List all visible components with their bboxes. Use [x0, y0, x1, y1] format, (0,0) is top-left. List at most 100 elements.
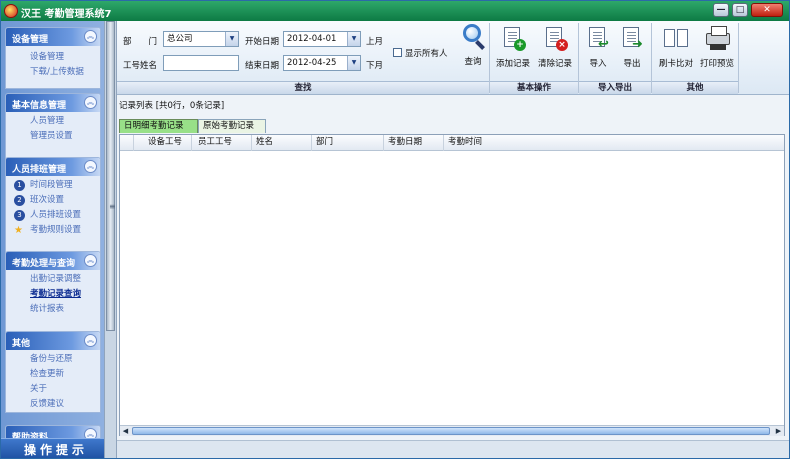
maximize-button[interactable]: □	[732, 3, 748, 17]
main-panel: 记录列表 [共0行，0条记录] 日明细考勤记录 原始考勤记录 设备工号 员工工号…	[117, 95, 789, 458]
import-label: 导入	[589, 59, 607, 69]
collapse-icon[interactable]: ︽	[84, 160, 97, 173]
print-preview-button[interactable]: 打印预览	[695, 25, 739, 77]
group-header[interactable]: 设备管理 ︽	[6, 28, 100, 46]
tab-daily-detail[interactable]: 日明细考勤记录	[119, 119, 198, 133]
search-icon	[463, 24, 481, 42]
sidebar-item-download-upload[interactable]: 下载/上传数据	[6, 65, 100, 80]
app-window: 汉王 考勤管理系统7 — □ ✕ 设备管理 ︽ 设备管理 下载/上传数据 基本信…	[0, 0, 790, 459]
show-all-checkbox[interactable]	[393, 48, 402, 57]
table-header: 设备工号 员工工号 姓名 部门 考勤日期 考勤时间	[120, 135, 784, 151]
sidebar-item-staff-schedule[interactable]: 3 人员排班设置	[6, 208, 100, 223]
sidebar: 设备管理 ︽ 设备管理 下载/上传数据 基本信息管理 ︽ 人员管理 管理员设置 …	[1, 21, 111, 458]
col-department[interactable]: 部门	[312, 135, 384, 151]
search-section-label: 查找	[117, 81, 489, 94]
sidebar-item-label: 考勤规则设置	[30, 225, 82, 235]
other-section-label: 其他	[652, 81, 738, 94]
calendar-dropdown-icon[interactable]: ▼	[347, 32, 360, 46]
close-button[interactable]: ✕	[751, 3, 783, 17]
export-label: 导出	[623, 59, 641, 69]
group-header[interactable]: 基本信息管理 ︽	[6, 94, 100, 112]
collapse-icon[interactable]: ︽	[84, 254, 97, 267]
start-date-label: 开始日期	[245, 37, 280, 47]
start-date-value: 2012-04-01	[287, 34, 337, 44]
group-title: 设备管理	[12, 35, 49, 45]
printer-icon	[706, 26, 730, 50]
toolbar: 部 门 总公司 ▼ 工号姓名 开始日期 2012-04-01 ▼ 结束日期 20…	[117, 21, 789, 95]
col-device-id[interactable]: 设备工号	[134, 135, 192, 151]
collapse-icon[interactable]: ︽	[84, 334, 97, 347]
collapse-icon[interactable]: ︽	[84, 30, 97, 43]
dept-value: 总公司	[167, 34, 193, 44]
clear-record-label: 清除记录	[537, 59, 572, 69]
import-button[interactable]: ↩ 导入	[580, 25, 616, 77]
records-table: 设备工号 员工工号 姓名 部门 考勤日期 考勤时间 ◀ ▶	[119, 134, 785, 436]
sidebar-item-device-manage[interactable]: 设备管理	[6, 50, 100, 65]
scroll-right-icon[interactable]: ▶	[773, 426, 784, 436]
query-button[interactable]: 查询	[453, 23, 493, 75]
io-section-label: 导入导出	[579, 81, 651, 94]
prev-month-link[interactable]: 上月	[366, 35, 383, 47]
col-date[interactable]: 考勤日期	[384, 135, 444, 151]
title-bar[interactable]: 汉王 考勤管理系统7 — □ ✕	[1, 1, 789, 21]
sidebar-item-report[interactable]: 统计报表	[6, 302, 100, 317]
sidebar-group-attendance: 考勤处理与查询 ︽ 出勤记录调整 考勤记录查询 统计报表	[5, 251, 101, 333]
export-button[interactable]: ➜ 导出	[614, 25, 650, 77]
print-preview-label: 打印预览	[699, 59, 734, 69]
sidebar-group-other: 其他 ︽ 备份与还原 检查更新 关于 反馈建议	[5, 331, 101, 413]
add-record-label: 添加记录	[495, 59, 530, 69]
scroll-left-icon[interactable]: ◀	[120, 426, 131, 436]
scrollbar-thumb[interactable]: ≡	[106, 21, 116, 331]
show-all-label: 显示所有人	[405, 49, 448, 59]
group-header[interactable]: 人员排班管理 ︽	[6, 158, 100, 176]
dept-select[interactable]: 总公司 ▼	[163, 31, 239, 47]
sidebar-item-record-query[interactable]: 考勤记录查询	[6, 287, 100, 302]
col-name[interactable]: 姓名	[252, 135, 312, 151]
emp-label: 工号姓名	[123, 61, 158, 71]
group-title: 其他	[12, 339, 31, 349]
tab-raw-records[interactable]: 原始考勤记录	[198, 119, 266, 133]
sidebar-item-backup[interactable]: 备份与还原	[6, 352, 100, 367]
add-record-button[interactable]: + 添加记录	[493, 25, 533, 77]
emp-input[interactable]	[163, 55, 239, 71]
sidebar-item-adjust[interactable]: 出勤记录调整	[6, 272, 100, 287]
row-selector-header[interactable]	[120, 135, 134, 151]
group-title: 人员排班管理	[12, 165, 67, 175]
step-3-icon: 3	[14, 210, 25, 221]
app-logo-icon	[4, 4, 18, 18]
card-compare-button[interactable]: 刷卡比对	[654, 25, 698, 77]
sidebar-item-shift[interactable]: 2 班次设置	[6, 193, 100, 208]
col-employee-id[interactable]: 员工工号	[192, 135, 252, 151]
delete-icon: ×	[556, 39, 568, 51]
star-icon: ★	[14, 225, 23, 236]
sidebar-item-rules[interactable]: ★ 考勤规则设置	[6, 223, 100, 238]
compare-cards-icon	[664, 29, 675, 47]
card-compare-label: 刷卡比对	[658, 59, 693, 69]
step-1-icon: 1	[14, 180, 25, 191]
sidebar-group-device: 设备管理 ︽ 设备管理 下载/上传数据	[5, 27, 101, 89]
calendar-dropdown-icon[interactable]: ▼	[347, 56, 360, 70]
start-date-picker[interactable]: 2012-04-01 ▼	[283, 31, 361, 47]
next-month-link[interactable]: 下月	[366, 59, 383, 71]
col-time[interactable]: 考勤时间	[444, 135, 784, 151]
scrollbar-thumb[interactable]	[132, 427, 770, 435]
group-header[interactable]: 考勤处理与查询 ︽	[6, 252, 100, 270]
sidebar-item-admin[interactable]: 管理员设置	[6, 129, 100, 144]
end-date-picker[interactable]: 2012-04-25 ▼	[283, 55, 361, 71]
status-bar	[117, 440, 789, 458]
group-header[interactable]: 其他 ︽	[6, 332, 100, 350]
sidebar-item-time-slot[interactable]: 1 时间段管理	[6, 178, 100, 193]
sidebar-item-update[interactable]: 检查更新	[6, 367, 100, 382]
collapse-icon[interactable]: ︽	[84, 96, 97, 109]
horizontal-scrollbar[interactable]: ◀ ▶	[120, 425, 784, 436]
end-date-label: 结束日期	[245, 61, 280, 71]
sidebar-item-about[interactable]: 关于	[6, 382, 100, 397]
minimize-button[interactable]: —	[713, 3, 729, 17]
dropdown-arrow-icon[interactable]: ▼	[225, 32, 238, 46]
clear-record-button[interactable]: × 清除记录	[535, 25, 575, 77]
sidebar-item-label: 班次设置	[30, 195, 65, 205]
sidebar-scrollbar[interactable]: ≡	[104, 21, 117, 458]
operation-tips-button[interactable]: 操作提示	[1, 438, 111, 458]
sidebar-item-staff[interactable]: 人员管理	[6, 114, 100, 129]
sidebar-item-feedback[interactable]: 反馈建议	[6, 397, 100, 412]
